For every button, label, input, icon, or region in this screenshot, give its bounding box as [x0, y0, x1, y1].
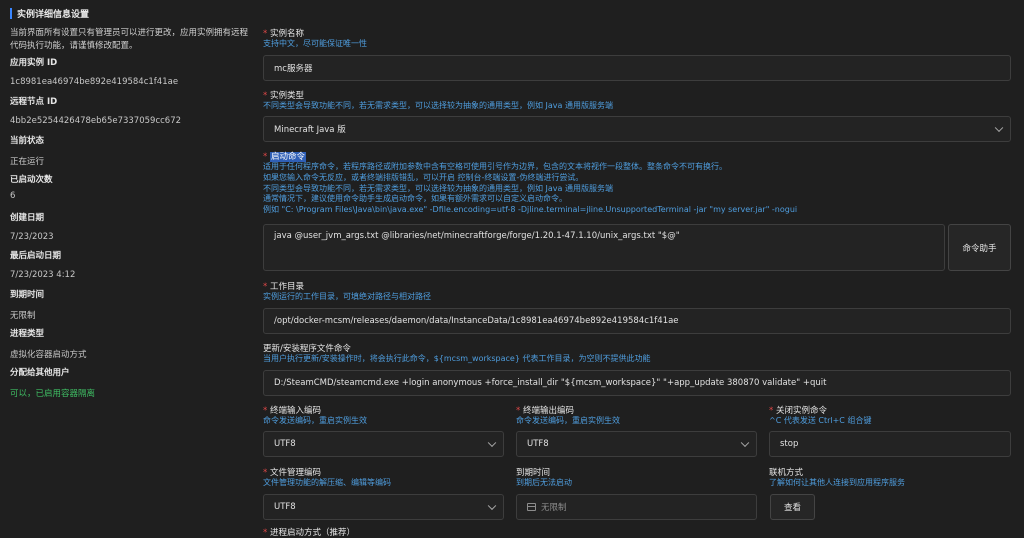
process-start-label-group: * 进程启动方式（推荐） — [263, 528, 355, 538]
update-command-input[interactable]: D:/SteamCMD/steamcmd.exe +login anonymou… — [263, 370, 1011, 396]
chevron-down-icon — [994, 123, 1004, 133]
contact-label-group: 联机方式 了解如何让其他人连接到应用程序服务 — [769, 468, 905, 487]
info-start-count: 已启动次数 6 — [10, 175, 53, 201]
info-last-start: 最后启动日期 7/23/2023 4:12 — [10, 251, 76, 280]
info-expire: 到期时间 无限制 — [10, 290, 45, 321]
calendar-icon — [527, 503, 536, 511]
contact-view-button[interactable]: 查看 — [770, 494, 815, 520]
chevron-down-icon — [487, 501, 497, 511]
chevron-down-icon — [487, 438, 497, 448]
info-node-id: 远程节点 ID 4bb2e5254426478eb65e7337059cc672 — [10, 97, 182, 126]
title-accent-bar — [10, 7, 12, 19]
input-encoding-label-group: * 终端输入编码 命令发送编码，重启实例生效 — [263, 406, 367, 425]
panel-title: 实例详细信息设置 — [10, 6, 89, 20]
update-command-label-group: 更新/安装程序文件命令 当用户执行更新/安装操作时，将会执行此命令，${mcsm… — [263, 344, 651, 363]
instance-type-select[interactable]: Minecraft Java 版 — [263, 116, 1011, 142]
work-dir-label-group: * 工作目录 实例运行的工作目录，可填绝对路径与相对路径 — [263, 282, 431, 301]
file-encoding-select[interactable]: UTF8 — [263, 494, 504, 520]
info-process-type: 进程类型 虚拟化容器启动方式 — [10, 329, 87, 360]
instance-name-label-group: * 实例名称 支持中文，尽可能保证唯一性 — [263, 29, 367, 48]
start-command-textarea[interactable]: java @user_jvm_args.txt @libraries/net/m… — [263, 224, 945, 271]
expire-time-datepicker[interactable]: 无限制 — [516, 494, 757, 520]
output-encoding-label-group: * 终端输出编码 命令发送编码，重启实例生效 — [516, 406, 620, 425]
output-encoding-select[interactable]: UTF8 — [516, 431, 757, 457]
stop-command-input[interactable]: stop — [769, 431, 1011, 457]
info-status: 当前状态 正在运行 — [10, 136, 45, 167]
info-assign-users: 分配给其他用户 可以，已启用容器隔离 — [10, 368, 96, 399]
instance-name-input[interactable]: mc服务器 — [263, 55, 1011, 81]
file-encoding-label-group: * 文件管理编码 文件管理功能的解压缩、编辑等编码 — [263, 468, 391, 487]
panel-description: 当前界面所有设置只有管理员可以进行更改，应用实例拥有远程代码执行功能，请谨慎修改… — [10, 28, 249, 51]
start-command-label-group: * 启动命令 适用于任何程序命令，若程序路径或附加参数中含有空格可使用引号作为边… — [263, 152, 798, 215]
expire-time-label-group: 到期时间 到期后无法启动 — [516, 468, 572, 487]
info-created-date: 创建日期 7/23/2023 — [10, 213, 54, 242]
chevron-down-icon — [740, 438, 750, 448]
stop-command-label-group: * 关闭实例命令 ^C 代表发送 Ctrl+C 组合键 — [769, 406, 872, 425]
info-instance-id: 应用实例 ID 1c8981ea46974be892e419584c1f41ae — [10, 58, 179, 87]
instance-type-label-group: * 实例类型 不同类型会导致功能不同，若无需求类型，可以选择较为抽象的通用类型，… — [263, 91, 613, 110]
input-encoding-select[interactable]: UTF8 — [263, 431, 504, 457]
command-helper-button[interactable]: 命令助手 — [948, 224, 1011, 271]
work-dir-input[interactable]: /opt/docker-mcsm/releases/daemon/data/In… — [263, 308, 1011, 334]
instance-info-panel: 实例详细信息设置 当前界面所有设置只有管理员可以进行更改，应用实例拥有远程代码执… — [0, 0, 250, 535]
